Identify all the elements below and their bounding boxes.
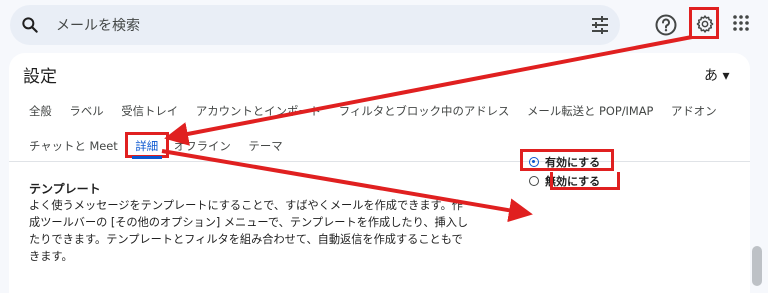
- annotation-arrows: [161, 35, 693, 223]
- arrow-advanced-to-enable: [161, 149, 533, 223]
- arrow-gear-to-advanced: [164, 35, 693, 146]
